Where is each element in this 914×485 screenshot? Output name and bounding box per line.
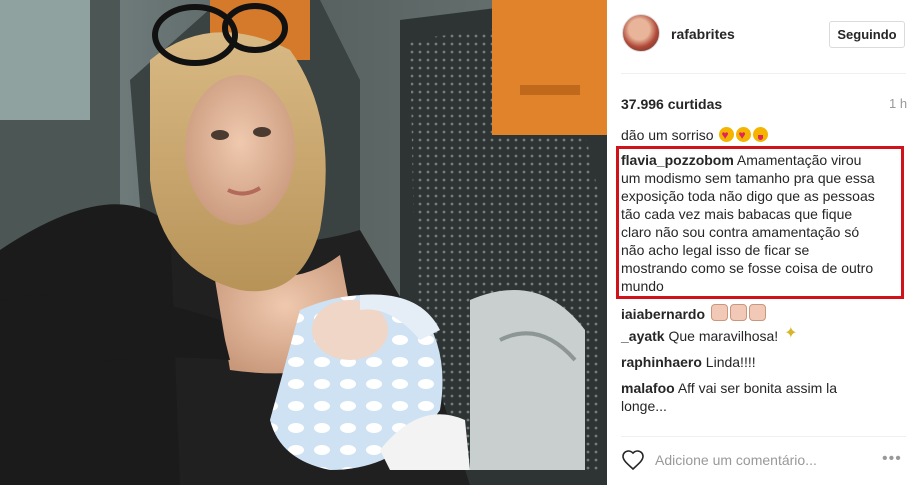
comment-username[interactable]: raphinhaero [621,354,702,370]
list-item: iaiabernardo [621,304,766,323]
comment-text-line: um modismo sem tamanho pra que essa [621,170,875,186]
caption-text: dão um sorriso [621,127,714,143]
tongue-emoji-icon [753,127,769,142]
comment-username[interactable]: iaiabernardo [621,306,705,322]
composer-divider [621,436,906,437]
comment-username[interactable]: malafoo [621,380,675,396]
post-username[interactable]: rafabrites [671,26,735,42]
post-time[interactable]: 1 h [889,96,907,111]
heart-outline-icon[interactable] [621,448,645,472]
comment-username[interactable]: flavia_pozzobom [621,152,734,168]
comment-input[interactable] [655,449,865,471]
heart-eyes-emoji-icon [736,126,752,144]
following-button[interactable]: Seguindo [829,21,905,48]
comment-text-line: mundo [621,278,664,294]
comment-text: Linda!!!! [705,354,756,370]
caption-line: dão um sorriso [621,126,769,144]
comment-text: Aff vai ser bonita assim la [677,380,838,396]
photo-illustration [0,0,607,485]
heart-eyes-emoji-icon [719,126,735,144]
comment-username[interactable]: _ayatk [621,328,665,344]
comment-text-line: Amamentação virou [733,152,862,168]
comment-text-line: tão cada vez mais babacas que fique [621,206,853,222]
comment-text: Que maravilhosa! [668,328,779,344]
list-item: raphinhaero Linda!!!! [621,353,756,371]
likes-count[interactable]: 37.996 curtidas [621,96,722,112]
comment-text-line: não acho legal isso de ficar se [621,242,810,258]
header-divider [621,73,906,74]
fist-emoji-icon [748,304,766,321]
post-photo[interactable] [0,0,607,485]
comment-text: longe... [621,398,667,414]
comment-continuation: longe... [621,397,667,415]
fist-emoji-icon [710,304,728,321]
comment-text-line: mostrando como se fosse coisa de outro [621,260,874,276]
sparkle-emoji-icon [784,325,800,343]
highlighted-comment: flavia_pozzobom Amamentação virou um mod… [621,151,903,295]
more-options-icon[interactable]: ••• [882,450,902,468]
fist-emoji-icon [729,304,747,321]
comment-text-line: exposição toda não digo que as pessoas [621,188,875,204]
list-item: _ayatk Que maravilhosa! [621,325,800,345]
comment-text-line: claro não sou contra amamentação só [621,224,860,240]
post-header: rafabrites Seguindo [607,0,914,74]
avatar[interactable] [622,14,660,52]
list-item: malafoo Aff vai ser bonita assim la [621,379,837,397]
